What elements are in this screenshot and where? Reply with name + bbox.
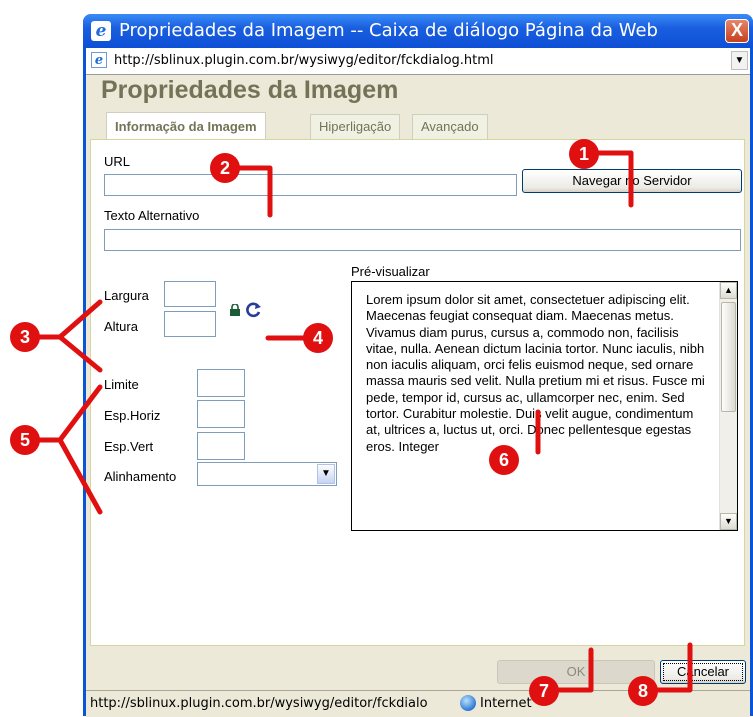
callout-1: 1	[569, 139, 599, 169]
tab-advanced[interactable]: Avançado	[412, 114, 488, 139]
title-bar[interactable]: e Propriedades da Imagem -- Caixa de diá…	[83, 14, 753, 48]
chevron-down-icon[interactable]: ▼	[731, 51, 748, 70]
hspace-label: Esp.Horiz	[104, 408, 161, 423]
tab-panel: URL Navegar no Servidor Texto Alternativ…	[90, 139, 745, 646]
reset-size-icon[interactable]	[246, 302, 262, 318]
tab-image-info[interactable]: Informação da Imagem	[106, 112, 266, 141]
width-label: Largura	[104, 288, 149, 303]
cancel-button[interactable]: Cancelar	[660, 660, 746, 684]
url-input[interactable]	[104, 174, 517, 196]
callout-2: 2	[210, 153, 240, 183]
scroll-up-icon[interactable]: ▲	[720, 282, 737, 299]
preview-text: Lorem ipsum dolor sit amet, consectetuer…	[366, 292, 705, 454]
tab-link[interactable]: Hiperligação	[310, 114, 401, 139]
callout-7: 7	[529, 676, 559, 706]
scroll-down-icon[interactable]: ▼	[720, 513, 737, 530]
window-client: e http://sblinux.plugin.com.br/wysiwyg/e…	[86, 48, 750, 717]
callout-6: 6	[489, 445, 519, 475]
dialog-title: Propriedades da Imagem	[101, 76, 399, 104]
callout-3: 3	[10, 322, 40, 352]
preview-label: Pré-visualizar	[351, 264, 430, 279]
border-input[interactable]	[197, 369, 245, 397]
callout-8: 8	[628, 676, 658, 706]
vspace-label: Esp.Vert	[104, 439, 154, 454]
ie-page-icon: e	[91, 21, 111, 41]
scroll-thumb[interactable]	[721, 302, 736, 412]
ie-page-icon: e	[91, 52, 107, 68]
close-button[interactable]: X	[725, 19, 749, 43]
address-text: http://sblinux.plugin.com.br/wysiwyg/edi…	[114, 53, 494, 68]
hspace-input[interactable]	[197, 400, 245, 428]
status-zone: Internet	[480, 696, 532, 711]
address-bar: e http://sblinux.plugin.com.br/wysiwyg/e…	[86, 48, 750, 75]
border-label: Limite	[104, 377, 139, 392]
chevron-down-icon[interactable]: ▼	[317, 464, 335, 484]
callout-5: 5	[10, 425, 40, 455]
callout-4: 4	[303, 323, 333, 353]
alt-text-input[interactable]	[104, 229, 741, 251]
url-label: URL	[104, 154, 131, 169]
alt-text-label: Texto Alternativo	[104, 208, 200, 223]
window-title: Propriedades da Imagem -- Caixa de diálo…	[119, 20, 658, 41]
height-label: Altura	[104, 319, 138, 334]
preview-box[interactable]: Lorem ipsum dolor sit amet, consectetuer…	[351, 281, 738, 531]
align-label: Alinhamento	[104, 469, 177, 484]
lock-icon[interactable]	[229, 304, 241, 316]
status-url: http://sblinux.plugin.com.br/wysiwyg/edi…	[90, 696, 428, 711]
dialog-window: e Propriedades da Imagem -- Caixa de diá…	[83, 14, 753, 717]
browse-server-button[interactable]: Navegar no Servidor	[522, 169, 742, 193]
globe-icon	[460, 695, 476, 711]
vspace-input[interactable]	[197, 432, 245, 460]
align-select[interactable]: ▼	[197, 462, 337, 486]
preview-scrollbar[interactable]: ▲ ▼	[719, 282, 737, 530]
height-input[interactable]	[164, 311, 216, 337]
width-input[interactable]	[164, 281, 216, 307]
